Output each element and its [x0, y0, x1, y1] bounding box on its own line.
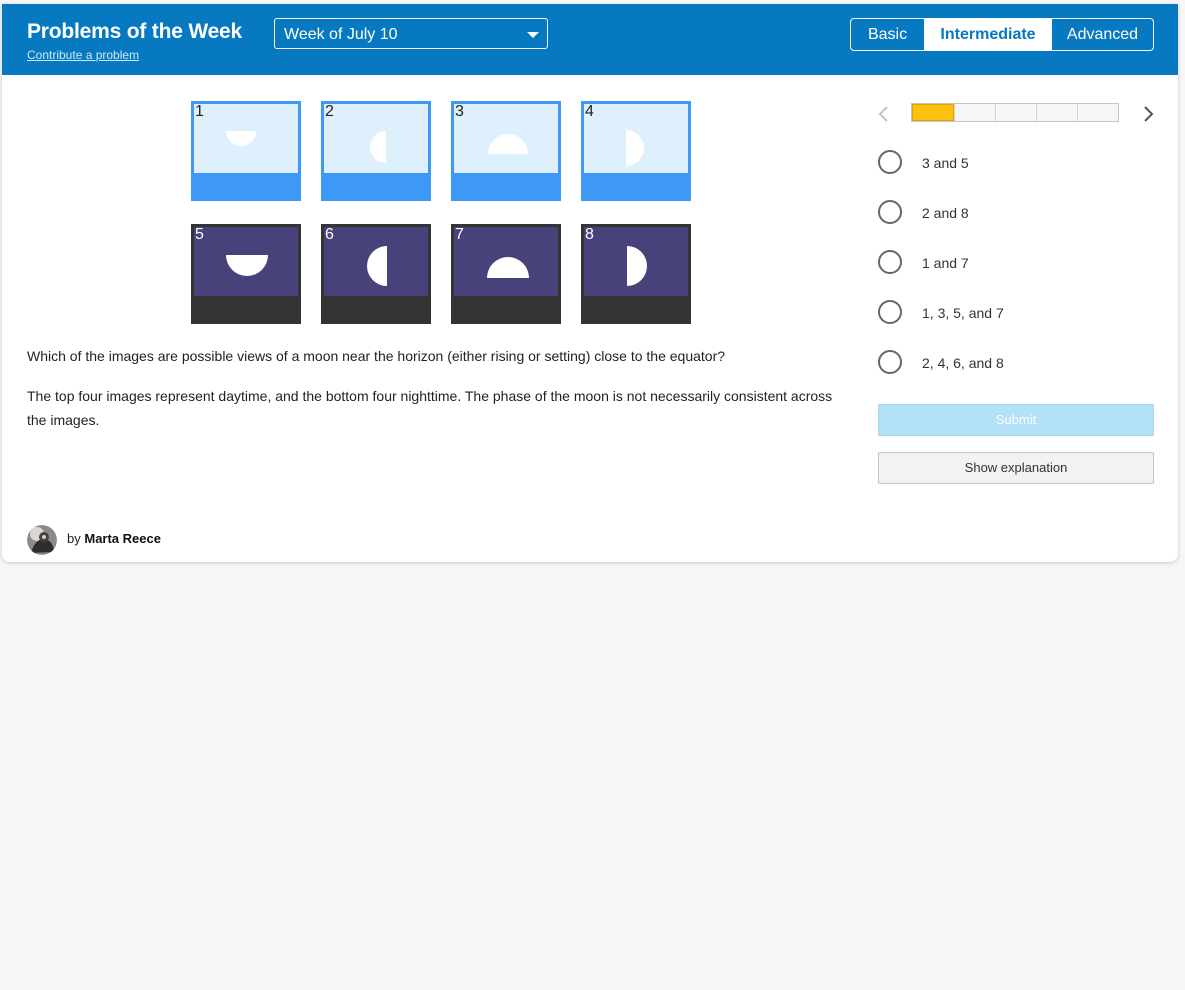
caret-down-icon: [527, 32, 539, 38]
week-select-value: Week of July 10: [284, 26, 398, 43]
submit-button[interactable]: Submit: [878, 404, 1154, 436]
progress-segment-current[interactable]: [912, 104, 954, 121]
image-number: 5: [195, 226, 204, 243]
answer-choice-label: 1, 3, 5, and 7: [922, 305, 1004, 321]
level-basic-button[interactable]: Basic: [851, 19, 924, 50]
question-text: Which of the images are possible views o…: [27, 348, 726, 364]
level-intermediate-button[interactable]: Intermediate: [924, 19, 1051, 50]
author-by-label: by: [67, 531, 81, 546]
question-context: The top four images represent daytime, a…: [27, 388, 833, 428]
ground: [194, 296, 298, 321]
ground: [194, 173, 298, 198]
contribute-link[interactable]: Contribute a problem: [27, 48, 139, 62]
sky-image-7: 7: [451, 224, 561, 324]
image-number: 2: [325, 103, 334, 120]
image-number: 4: [585, 103, 594, 120]
image-number: 6: [325, 226, 334, 243]
radio-button[interactable]: [878, 200, 902, 224]
sky-image-1: 1: [191, 101, 301, 201]
image-number: 3: [455, 103, 464, 120]
radio-button[interactable]: [878, 300, 902, 324]
author-byline: by Marta Reece: [67, 531, 161, 546]
sky-image-8: 8: [581, 224, 691, 324]
answer-choice-label: 1 and 7: [922, 255, 969, 271]
progress-bar: [911, 103, 1119, 122]
answer-choice-label: 2 and 8: [922, 205, 969, 221]
header-bar: Problems of the Week Contribute a proble…: [2, 4, 1178, 75]
radio-button[interactable]: [878, 350, 902, 374]
ground: [584, 173, 688, 198]
answer-choice-5[interactable]: 2, 4, 6, and 8: [877, 349, 1157, 379]
show-explanation-button[interactable]: Show explanation: [878, 452, 1154, 484]
sky-image-5: 5: [191, 224, 301, 324]
ground: [324, 296, 428, 321]
chevron-right-icon[interactable]: [1140, 104, 1156, 124]
answer-choice-label: 2, 4, 6, and 8: [922, 355, 1004, 371]
sky-image-3: 3: [451, 101, 561, 201]
page-title: Problems of the Week: [27, 20, 243, 43]
answer-choice-3[interactable]: 1 and 7: [877, 249, 1157, 279]
progress-segment[interactable]: [1036, 104, 1077, 121]
chevron-left-icon[interactable]: [876, 104, 892, 124]
image-number: 7: [455, 226, 464, 243]
radio-button[interactable]: [878, 150, 902, 174]
answer-choice-4[interactable]: 1, 3, 5, and 7: [877, 299, 1157, 329]
progress-segment[interactable]: [954, 104, 995, 121]
image-number: 1: [195, 103, 204, 120]
week-select[interactable]: Week of July 10: [274, 18, 548, 49]
image-number: 8: [585, 226, 594, 243]
answer-choice-2[interactable]: 2 and 8: [877, 199, 1157, 229]
sky-image-6: 6: [321, 224, 431, 324]
level-toggle: Basic Intermediate Advanced: [850, 18, 1154, 51]
problem-card: Problems of the Week Contribute a proble…: [2, 4, 1178, 562]
radio-button[interactable]: [878, 250, 902, 274]
progress-segment[interactable]: [1077, 104, 1118, 121]
answer-choice-label: 3 and 5: [922, 155, 969, 171]
sky-image-2: 2: [321, 101, 431, 201]
level-advanced-button[interactable]: Advanced: [1051, 19, 1153, 50]
avatar: [27, 525, 57, 555]
ground: [324, 173, 428, 198]
answer-choice-1[interactable]: 3 and 5: [877, 149, 1157, 179]
ground: [454, 296, 558, 321]
sky-image-4: 4: [581, 101, 691, 201]
ground: [454, 173, 558, 198]
ground: [584, 296, 688, 321]
progress-segment[interactable]: [995, 104, 1036, 121]
author-name[interactable]: Marta Reece: [84, 531, 161, 546]
